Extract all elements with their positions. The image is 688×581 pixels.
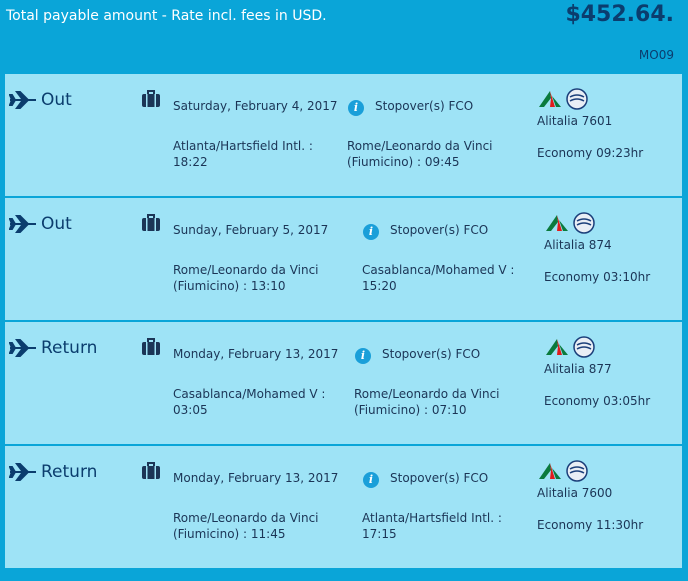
cabin-duration: Economy 03:10hr	[544, 270, 651, 284]
flight-segment: Return Monday, February 13, 2017 i Stopo…	[5, 322, 682, 445]
stopover-text: Stopover(s) FCO	[382, 347, 481, 361]
direction-text: Return	[41, 462, 98, 482]
plane-icon	[9, 215, 37, 233]
cabin-duration: Economy 03:05hr	[544, 394, 651, 408]
direction-label: Return	[9, 462, 97, 482]
airline-logos	[544, 212, 596, 238]
alitalia-logo	[537, 462, 563, 484]
total-amount: $452.64.	[565, 2, 674, 27]
arrival-info: Casablanca/Mohamed V : 15:20	[362, 263, 515, 293]
direction-label: Return	[9, 338, 97, 358]
alitalia-logo	[544, 338, 570, 360]
baggage-icon[interactable]	[141, 338, 161, 360]
info-icon[interactable]: i	[348, 100, 364, 116]
skyteam-logo	[565, 88, 589, 114]
plane-icon	[9, 339, 37, 357]
direction-label: Out	[9, 90, 72, 110]
departure-info: Atlanta/Hartsfield Intl. : 18:22	[173, 139, 313, 169]
direction-text: Out	[41, 90, 72, 110]
airline-flight: Alitalia 7601	[537, 114, 613, 128]
booking-reference: MO09	[638, 48, 674, 62]
stopover-text: Stopover(s) FCO	[375, 99, 474, 113]
departure-info: Rome/Leonardo da Vinci (Fiumicino) : 11:…	[173, 511, 319, 541]
direction-text: Out	[41, 214, 72, 234]
alitalia-logo	[537, 90, 563, 112]
plane-icon	[9, 91, 37, 109]
direction-text: Return	[41, 338, 98, 358]
info-icon[interactable]: i	[363, 472, 379, 488]
airline-flight: Alitalia 7600	[537, 486, 613, 500]
departure-info: Rome/Leonardo da Vinci (Fiumicino) : 13:…	[173, 263, 319, 293]
stopover-text: Stopover(s) FCO	[390, 223, 489, 237]
skyteam-logo	[572, 336, 596, 362]
total-label: Total payable amount - Rate incl. fees i…	[6, 8, 327, 24]
flight-segment: Out Saturday, February 4, 2017 i Stopove…	[5, 74, 682, 197]
flight-date: Monday, February 13, 2017	[173, 471, 339, 485]
cabin-duration: Economy 09:23hr	[537, 146, 644, 160]
arrival-info: Rome/Leonardo da Vinci (Fiumicino) : 09:…	[347, 139, 493, 169]
skyteam-logo	[572, 212, 596, 238]
stopover-text: Stopover(s) FCO	[390, 471, 489, 485]
flight-segments: Out Saturday, February 4, 2017 i Stopove…	[5, 74, 682, 569]
arrival-info: Rome/Leonardo da Vinci (Fiumicino) : 07:…	[354, 387, 500, 417]
baggage-icon[interactable]	[141, 90, 161, 112]
skyteam-logo	[565, 460, 589, 486]
flight-date: Sunday, February 5, 2017	[173, 223, 329, 237]
airline-flight: Alitalia 877	[544, 362, 612, 376]
plane-icon	[9, 463, 37, 481]
cabin-duration: Economy 11:30hr	[537, 518, 644, 532]
baggage-icon[interactable]	[141, 462, 161, 484]
airline-flight: Alitalia 874	[544, 238, 612, 252]
info-icon[interactable]: i	[355, 348, 371, 364]
baggage-icon[interactable]	[141, 214, 161, 236]
direction-label: Out	[9, 214, 72, 234]
arrival-info: Atlanta/Hartsfield Intl. : 17:15	[362, 511, 502, 541]
info-icon[interactable]: i	[363, 224, 379, 240]
flight-segment: Return Monday, February 13, 2017 i Stopo…	[5, 446, 682, 569]
airline-logos	[537, 88, 589, 114]
departure-info: Casablanca/Mohamed V : 03:05	[173, 387, 326, 417]
flight-segment: Out Sunday, February 5, 2017 i Stopover(…	[5, 198, 682, 321]
flight-date: Monday, February 13, 2017	[173, 347, 339, 361]
airline-logos	[544, 336, 596, 362]
airline-logos	[537, 460, 589, 486]
flight-date: Saturday, February 4, 2017	[173, 99, 338, 113]
alitalia-logo	[544, 214, 570, 236]
